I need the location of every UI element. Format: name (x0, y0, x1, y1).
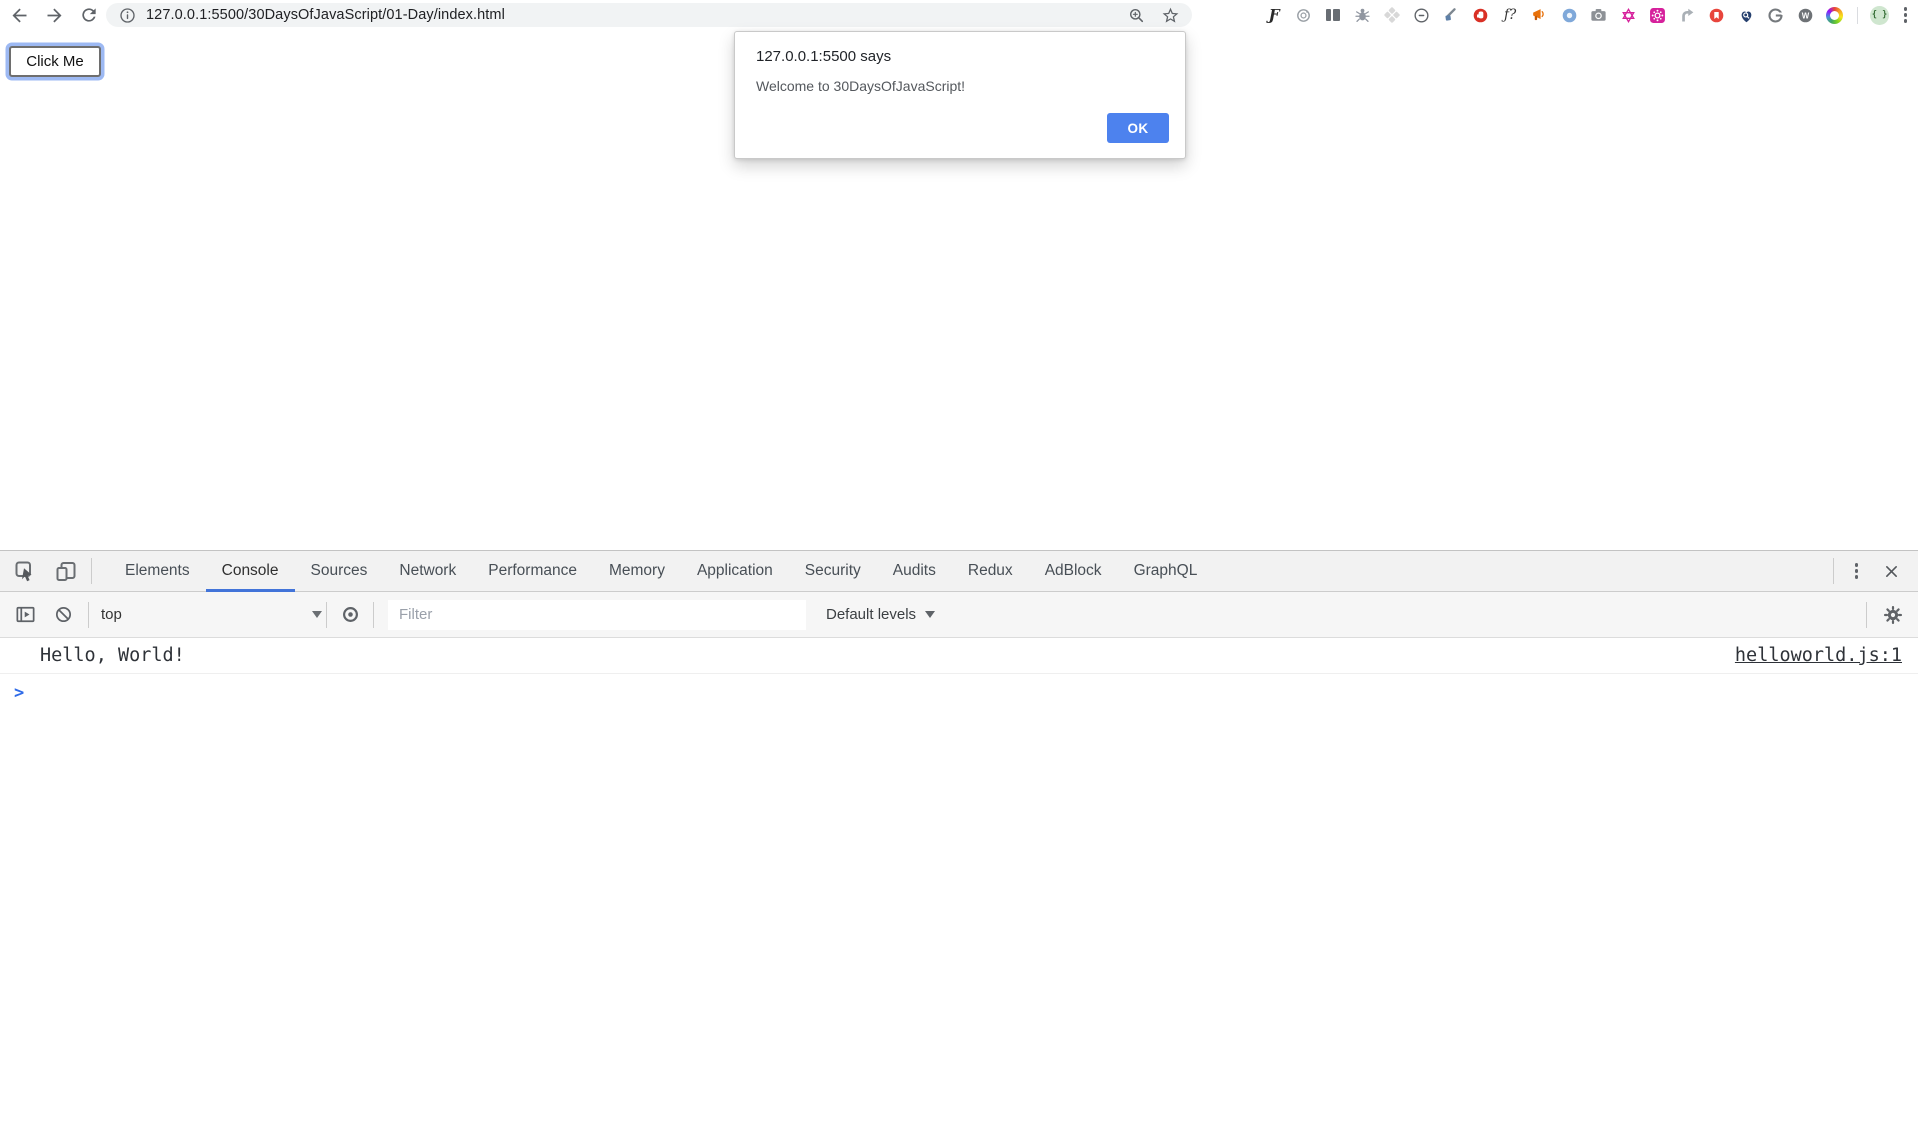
split-panels-extension-icon[interactable] (1324, 6, 1343, 25)
tab-network[interactable]: Network (383, 551, 472, 591)
chevron-down-icon (312, 611, 322, 618)
site-info-icon[interactable] (118, 6, 137, 25)
tab-adblock[interactable]: AdBlock (1029, 551, 1118, 591)
console-settings-gear-icon[interactable] (1881, 603, 1905, 627)
devtools-menu-icon[interactable] (1851, 563, 1862, 578)
devtools-tab-bar: Elements Console Sources Network Perform… (0, 551, 1918, 592)
heart-search-extension-icon[interactable] (1737, 6, 1756, 25)
color-wheel-extension-icon[interactable] (1825, 6, 1844, 25)
chevron-down-icon (925, 611, 935, 618)
console-source-link[interactable]: helloworld.js:1 (1735, 645, 1902, 666)
execution-context-selector[interactable]: top (89, 606, 326, 623)
bookmark-star-icon[interactable] (1161, 6, 1180, 25)
json-formatter-extension-icon[interactable]: { } (1870, 6, 1889, 25)
tab-audits[interactable]: Audits (877, 551, 952, 591)
click-me-button[interactable]: Click Me (9, 46, 101, 77)
svg-text:W: W (1801, 11, 1809, 20)
lens-extension-icon[interactable] (1294, 6, 1313, 25)
tab-console[interactable]: Console (206, 551, 295, 592)
color-picker-extension-icon[interactable] (1442, 6, 1461, 25)
circle-w-extension-icon[interactable]: W (1796, 6, 1815, 25)
tab-graphql[interactable]: GraphQL (1118, 551, 1214, 591)
console-toolbar: top Default levels (0, 592, 1918, 638)
circle-g-extension-icon[interactable] (1766, 6, 1785, 25)
extensions-area: Ƒ (1200, 0, 1918, 30)
console-prompt-row[interactable]: > (0, 674, 1918, 712)
live-expression-eye-icon[interactable] (338, 603, 362, 627)
bookmark-circle-extension-icon[interactable] (1707, 6, 1726, 25)
tab-sources[interactable]: Sources (295, 551, 384, 591)
console-filter-input[interactable] (388, 600, 806, 630)
bug-extension-icon[interactable] (1353, 6, 1372, 25)
mood-face-extension-icon[interactable] (1412, 6, 1431, 25)
default-levels-label: Default levels (826, 606, 916, 623)
knot-extension-icon[interactable] (1383, 6, 1402, 25)
forward-button[interactable] (43, 4, 65, 26)
alert-dialog: 127.0.0.1:5500 says Welcome to 30DaysOfJ… (734, 31, 1186, 159)
default-levels-dropdown[interactable]: Default levels (826, 606, 935, 623)
json-viewer-extension-icon[interactable] (1560, 6, 1579, 25)
tab-memory[interactable]: Memory (593, 551, 681, 591)
megaphone-extension-icon[interactable] (1530, 6, 1549, 25)
console-message-text: Hello, World! (40, 645, 1735, 666)
url-text[interactable]: 127.0.0.1:5500/30DaysOfJavaScript/01-Day… (146, 7, 1127, 23)
tab-performance[interactable]: Performance (472, 551, 593, 591)
bent-arrow-extension-icon[interactable] (1678, 6, 1697, 25)
address-bar[interactable]: 127.0.0.1:5500/30DaysOfJavaScript/01-Day… (106, 3, 1192, 27)
tab-security[interactable]: Security (789, 551, 877, 591)
tab-redux[interactable]: Redux (952, 551, 1029, 591)
inspect-element-icon[interactable] (13, 559, 37, 583)
browser-menu-icon[interactable] (1900, 7, 1911, 22)
alert-ok-button[interactable]: OK (1107, 113, 1169, 143)
console-prompt-chevron: > (14, 683, 24, 703)
console-sidebar-toggle-icon[interactable] (13, 603, 37, 627)
screenshot-camera-extension-icon[interactable] (1589, 6, 1608, 25)
back-button[interactable] (8, 4, 30, 26)
alert-dialog-title: 127.0.0.1:5500 says (756, 48, 891, 65)
pink-settings-extension-icon[interactable] (1648, 6, 1667, 25)
function-question-extension-icon[interactable]: ƒ? (1501, 6, 1520, 25)
alert-dialog-message: Welcome to 30DaysOfJavaScript! (756, 78, 965, 94)
fonts-ninja-extension-icon[interactable]: Ƒ (1265, 6, 1284, 25)
devtools-panel: Elements Console Sources Network Perform… (0, 550, 1918, 1146)
tab-elements[interactable]: Elements (109, 551, 206, 591)
stop-hand-extension-icon[interactable] (1471, 6, 1490, 25)
hexagram-extension-icon[interactable] (1619, 6, 1638, 25)
device-toolbar-icon[interactable] (54, 559, 78, 583)
tab-application[interactable]: Application (681, 551, 789, 591)
devtools-close-icon[interactable] (1879, 559, 1903, 583)
clear-console-icon[interactable] (51, 603, 75, 627)
context-label: top (101, 606, 122, 623)
browser-toolbar: 127.0.0.1:5500/30DaysOfJavaScript/01-Day… (0, 0, 1918, 30)
zoom-icon[interactable] (1127, 6, 1146, 25)
extensions-divider (1857, 7, 1858, 24)
devtools-tabs: Elements Console Sources Network Perform… (109, 551, 1213, 591)
reload-button[interactable] (78, 4, 100, 26)
console-log-row: Hello, World! helloworld.js:1 (0, 638, 1918, 674)
